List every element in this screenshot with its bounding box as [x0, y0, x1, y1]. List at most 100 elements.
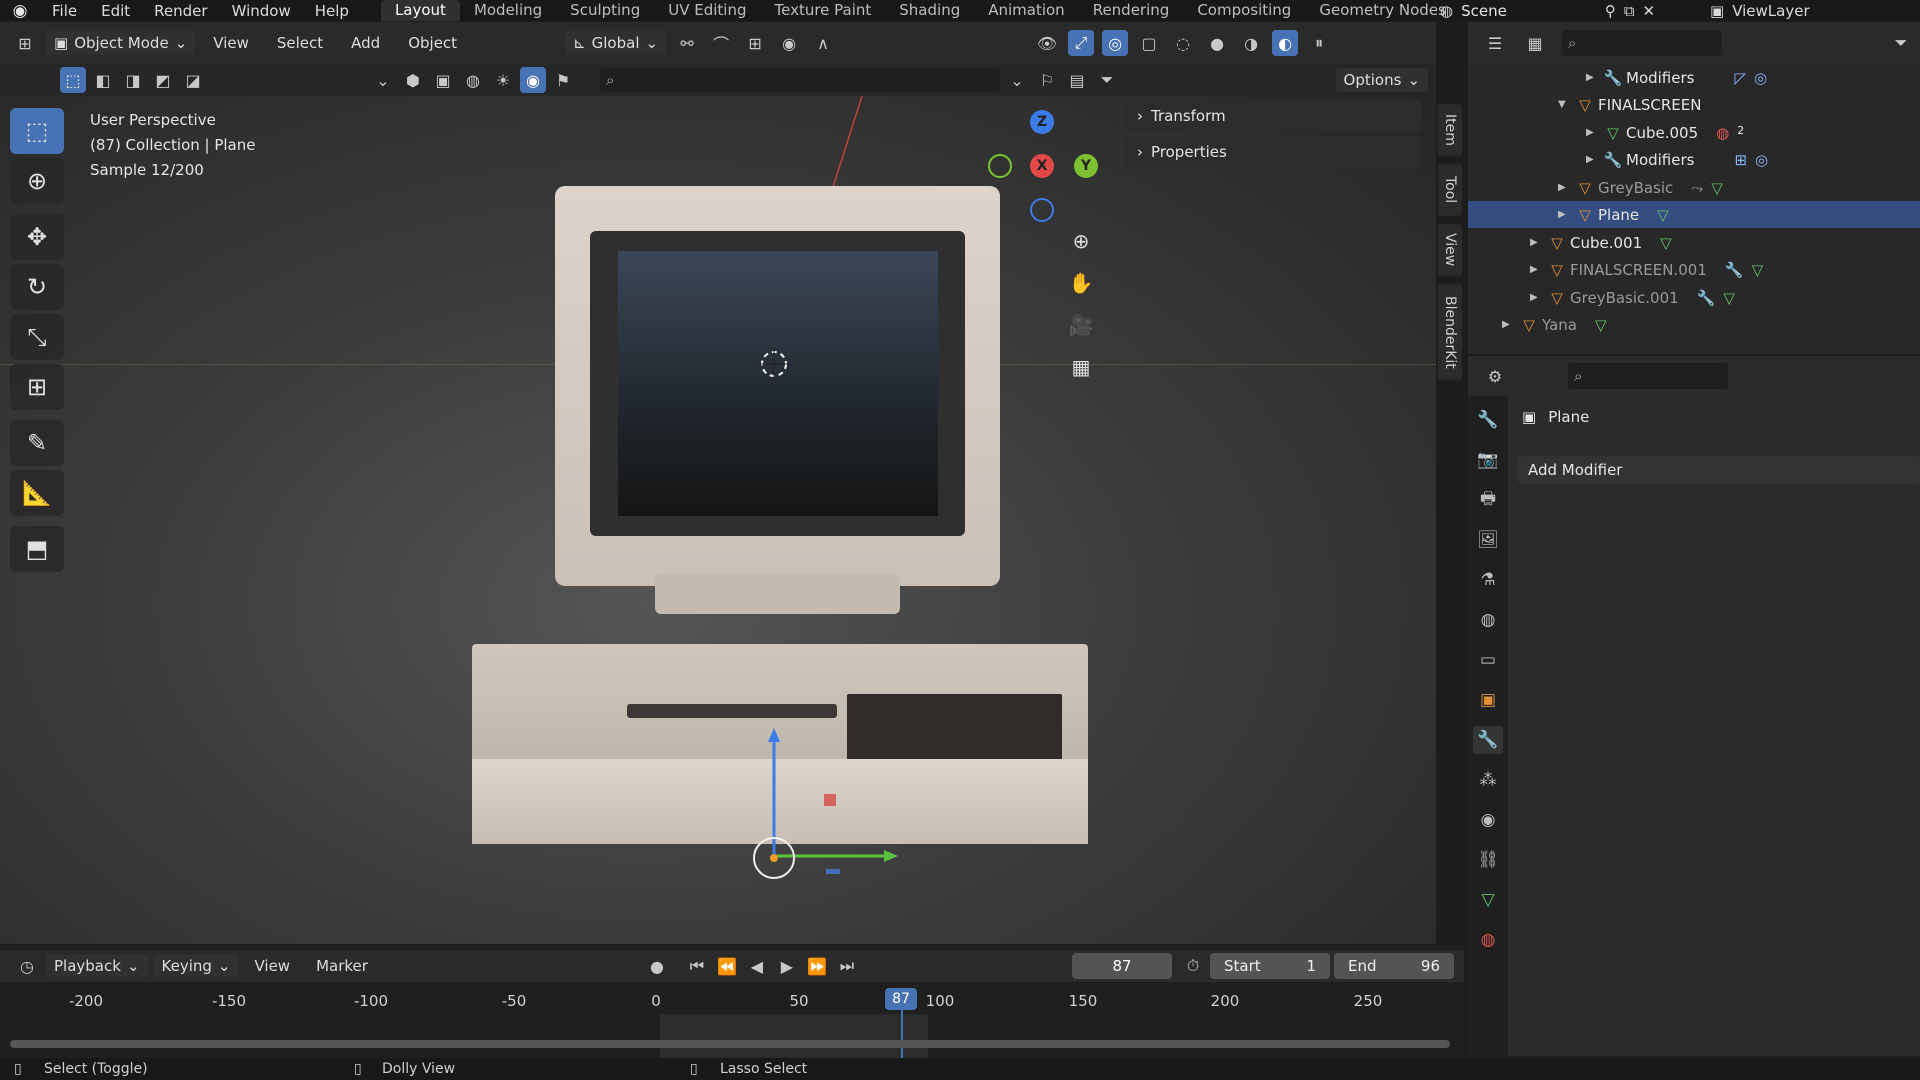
move-tool-icon[interactable]: ✥ [10, 214, 64, 260]
tab-rendering[interactable]: Rendering [1079, 0, 1184, 21]
jump-end-icon[interactable]: ⏭ [834, 953, 860, 979]
outliner-row-cube001[interactable]: ▶ ▽ Cube.001 ▽ [1468, 229, 1920, 256]
tab-uv-editing[interactable]: UV Editing [654, 0, 760, 21]
menu-object[interactable]: Object [398, 31, 467, 55]
world-properties-icon[interactable]: ◍ [1473, 606, 1503, 634]
tab-tool[interactable]: Tool [1438, 164, 1462, 216]
outliner-row-finalscreen001[interactable]: ▶ ▽ FINALSCREEN.001 🔧 ▽ [1468, 256, 1920, 283]
timeline-scrollbar[interactable] [10, 1040, 1450, 1048]
jump-start-icon[interactable]: ⏮ [684, 953, 710, 979]
add-cube-tool-icon[interactable]: ⬒ [10, 526, 64, 572]
expand-arrow-icon[interactable]: ▶ [1586, 154, 1600, 165]
select-box-mode-icon[interactable]: ⬚ [60, 67, 86, 93]
menu-file[interactable]: File [40, 2, 89, 20]
mesh-data-properties-icon[interactable]: ▽ [1473, 886, 1503, 914]
scale-tool-icon[interactable]: ⤡ [10, 314, 64, 360]
camera-view-icon[interactable]: 🎥 [1066, 310, 1096, 340]
keying-menu[interactable]: Keying ⌄ [153, 954, 239, 978]
end-frame-field[interactable]: End 96 [1334, 953, 1454, 979]
mode-dropdown[interactable]: ▣ Object Mode ⌄ [46, 31, 196, 55]
scene-data-icon[interactable]: ⚑ [550, 67, 576, 93]
expand-arrow-icon[interactable]: ▶ [1558, 209, 1572, 220]
tab-shading[interactable]: Shading [885, 0, 974, 21]
tab-animation[interactable]: Animation [974, 0, 1078, 21]
play-icon[interactable]: ▶ [774, 953, 800, 979]
properties-panel[interactable]: › Properties [1125, 136, 1421, 168]
blender-logo-icon[interactable]: ◉ [0, 1, 40, 21]
record-icon[interactable]: ● [644, 953, 670, 979]
current-frame-field[interactable]: 87 [1072, 953, 1172, 979]
solid-shading-icon[interactable]: ● [1204, 30, 1230, 56]
expand-arrow-icon[interactable]: ▶ [1558, 182, 1572, 193]
new-scene-icon[interactable]: ⧉ [1624, 2, 1635, 20]
outliner-row-plane[interactable]: ▶ ▽ Plane ▽ [1468, 201, 1920, 228]
play-reverse-icon[interactable]: ◀ [744, 953, 770, 979]
outliner-row-modifiers[interactable]: ▶ 🔧 Modifiers ⊞ ◎ [1468, 146, 1920, 173]
render-properties-icon[interactable]: 📷 [1473, 446, 1503, 474]
transform-tool-icon[interactable]: ⊞ [10, 364, 64, 410]
light-icon[interactable]: ☀ [490, 67, 516, 93]
material-properties-icon[interactable]: ◍ [1473, 926, 1503, 954]
color-wheel-icon[interactable]: ⬢ [400, 67, 426, 93]
playhead[interactable]: 87 [885, 988, 917, 1010]
view-layer-name[interactable]: ViewLayer [1732, 2, 1809, 20]
menu-window[interactable]: Window [220, 2, 303, 20]
tab-geometry-nodes[interactable]: Geometry Nodes [1305, 0, 1460, 21]
options-dropdown[interactable]: Options ⌄ [1335, 68, 1428, 92]
tab-sculpting[interactable]: Sculpting [556, 0, 654, 21]
tab-blenderkit[interactable]: BlenderKit [1438, 284, 1462, 380]
close-icon[interactable]: ✕ [1643, 2, 1656, 20]
select-box-tool-icon[interactable]: ⬚ [10, 108, 64, 154]
overlay-toggle-icon[interactable]: ◎ [1102, 30, 1129, 56]
tab-item[interactable]: Item [1438, 104, 1462, 156]
constraint-properties-icon[interactable]: ⛓ [1473, 846, 1503, 874]
add-modifier-button[interactable]: Add Modifier [1518, 456, 1920, 484]
funnel-filter-icon[interactable]: ⏷ [1094, 67, 1120, 93]
tool-settings-icon[interactable]: 🔧 [1473, 406, 1503, 434]
wireframe-shading-icon[interactable]: ◌ [1170, 30, 1196, 56]
pan-hand-icon[interactable]: ✋ [1066, 268, 1096, 298]
transform-orientation-dropdown[interactable]: ⊾ Global ⌄ [565, 31, 667, 55]
outliner-row-yana[interactable]: ▶ ▽ Yana ▽ [1468, 311, 1920, 338]
prev-keyframe-icon[interactable]: ⏪ [714, 953, 740, 979]
properties-search-input[interactable]: ⌕ [1568, 363, 1728, 389]
annotate-tool-icon[interactable]: ✎ [10, 420, 64, 466]
invert-mode-icon[interactable]: ◩ [150, 67, 176, 93]
outliner-row-finalscreen[interactable]: ▼ ▽ FINALSCREEN [1468, 91, 1920, 118]
expand-arrow-icon[interactable]: ▶ [1502, 319, 1516, 330]
editor-type-icon[interactable]: ⊞ [12, 30, 38, 56]
falloff-icon[interactable]: ∧ [810, 30, 836, 56]
pin-icon[interactable]: ⚲ [1605, 2, 1616, 20]
expand-arrow-icon[interactable]: ▶ [1530, 264, 1544, 275]
xray-icon[interactable]: ▢ [1136, 30, 1162, 56]
layout-icon[interactable]: ▤ [1064, 67, 1090, 93]
gizmo-neg-y-axis[interactable] [988, 154, 1012, 178]
next-keyframe-icon[interactable]: ⏩ [804, 953, 830, 979]
material-icon[interactable]: ◍ [460, 67, 486, 93]
tab-compositing[interactable]: Compositing [1183, 0, 1305, 21]
expand-arrow-icon[interactable]: ▶ [1530, 237, 1544, 248]
scene-selector[interactable]: ◍ Scene ⚲ ⧉ ✕ [1440, 0, 1655, 21]
measure-tool-icon[interactable]: 📐 [10, 470, 64, 516]
rotate-tool-icon[interactable]: ↻ [10, 264, 64, 310]
extend-mode-icon[interactable]: ◧ [90, 67, 116, 93]
menu-edit[interactable]: Edit [89, 2, 142, 20]
transform-panel[interactable]: › Transform [1125, 100, 1421, 132]
timeline-editor-type-icon[interactable]: ◷ [14, 953, 40, 979]
menu-select[interactable]: Select [267, 31, 333, 55]
tab-view[interactable]: View [1438, 224, 1462, 276]
expand-arrow-icon[interactable]: ▶ [1530, 292, 1544, 303]
outliner-search-input[interactable]: ⌕ [1562, 30, 1722, 56]
intersect-mode-icon[interactable]: ◪ [180, 67, 206, 93]
outliner-filter-icon[interactable]: ⏷ [1888, 30, 1914, 56]
particles-properties-icon[interactable]: ⁂ [1473, 766, 1503, 794]
zoom-icon[interactable]: ⊕ [1066, 226, 1096, 256]
gizmo-neg-z-axis[interactable] [1030, 198, 1054, 222]
object-properties-icon[interactable]: ▣ [1473, 686, 1503, 714]
modifier-properties-icon[interactable]: 🔧 [1473, 726, 1503, 754]
filter-chevron-icon[interactable]: ⌄ [370, 67, 396, 93]
expand-arrow-icon[interactable]: ▶ [1586, 72, 1600, 83]
subtract-mode-icon[interactable]: ◨ [120, 67, 146, 93]
visibility-icon[interactable]: 👁 [1034, 30, 1060, 56]
gizmo-z-axis[interactable]: Z [1030, 110, 1054, 134]
